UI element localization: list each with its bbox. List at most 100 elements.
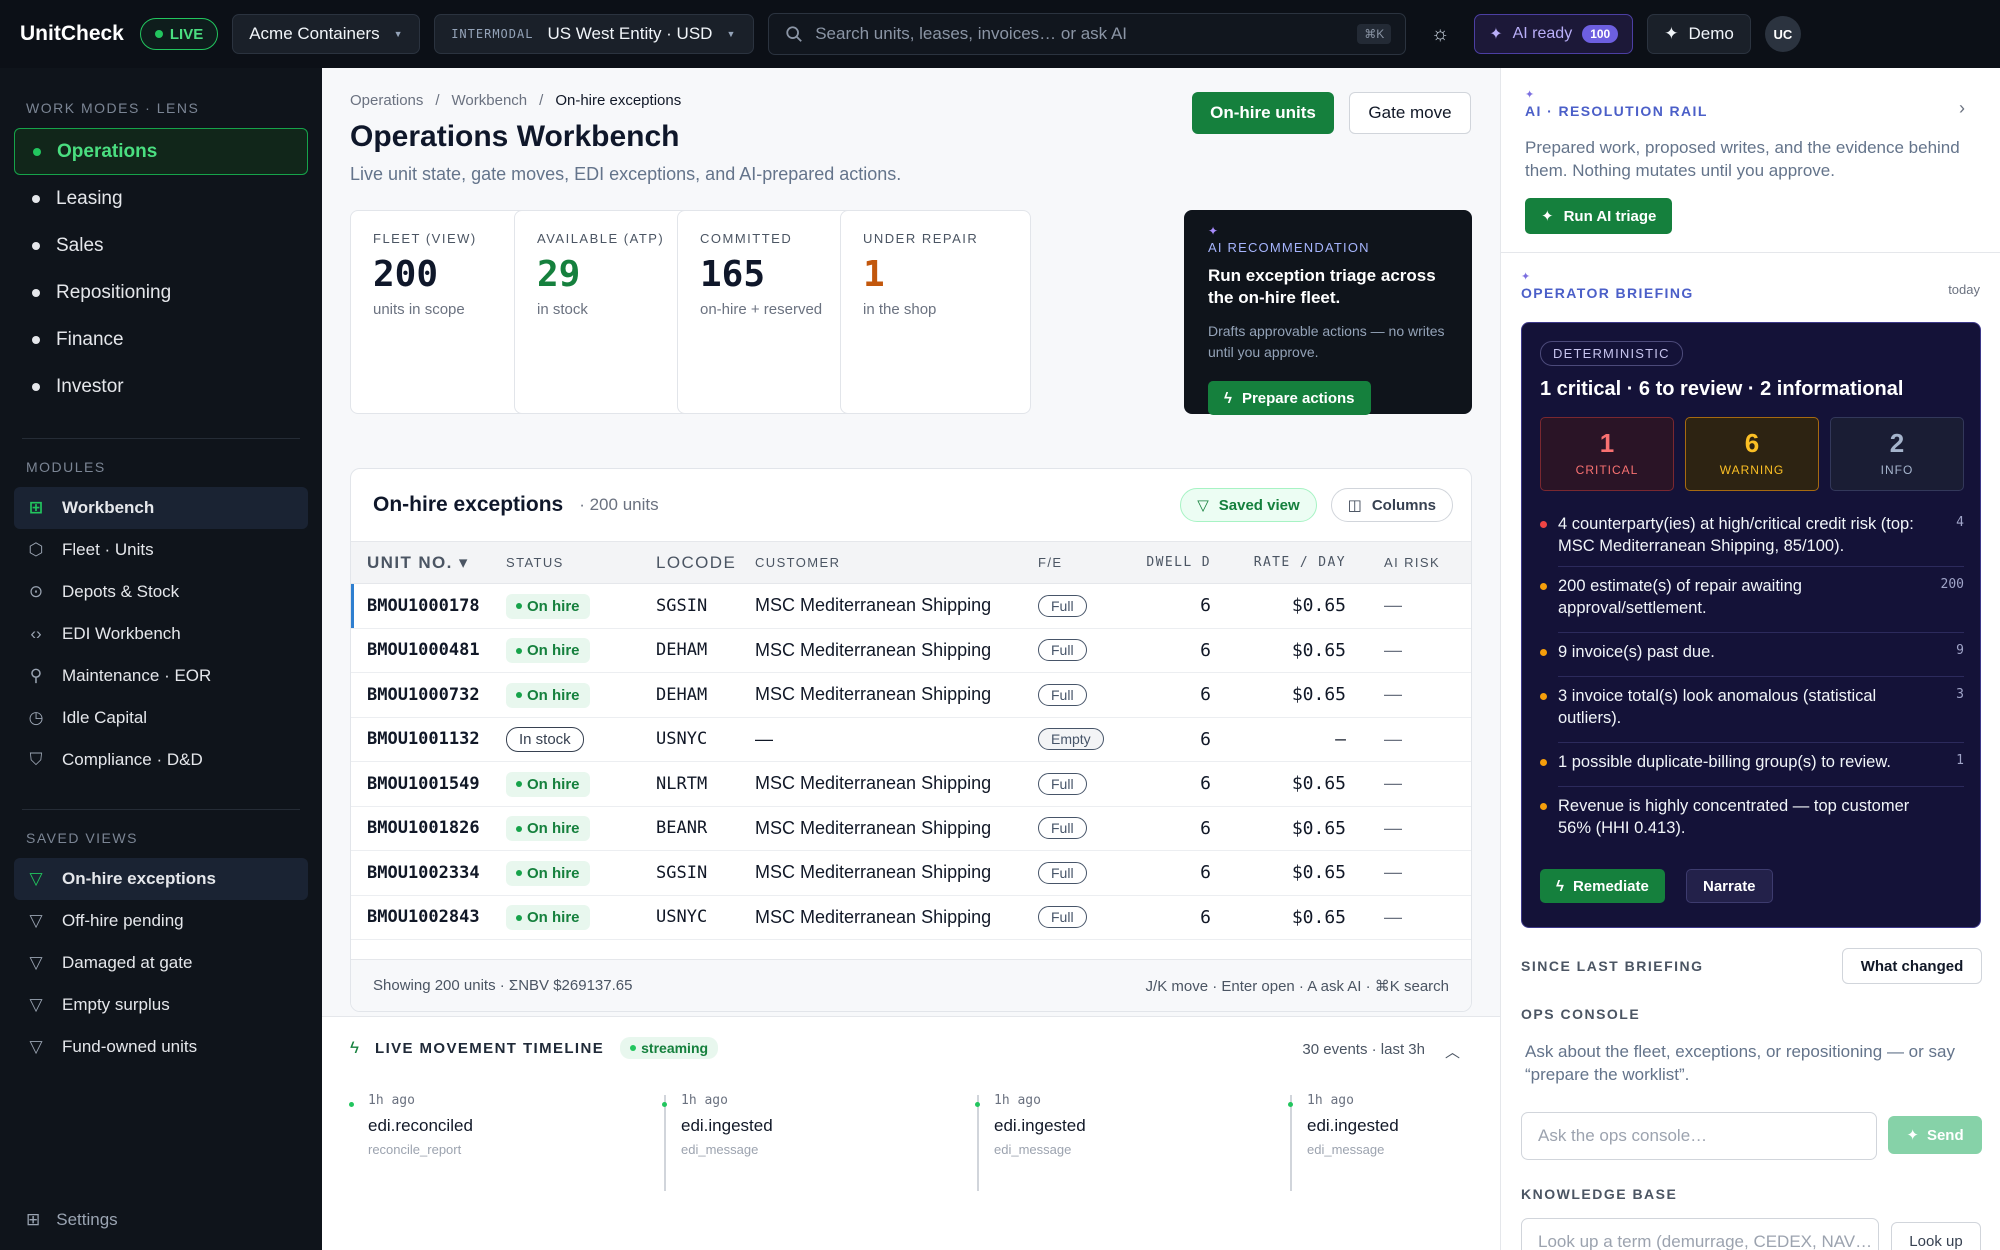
mode-item-label: Repositioning <box>56 281 172 303</box>
unit-number[interactable]: BMOU1000481 <box>351 628 506 673</box>
sidebar-item-compliance-d-d[interactable]: ⛉ Compliance · D&D <box>14 739 308 781</box>
theme-toggle-button[interactable]: ☼ <box>1420 14 1460 54</box>
saved-view-fund-owned-units[interactable]: ▽ Fund-owned units <box>14 1026 308 1068</box>
briefing-item[interactable]: 4 counterparty(ies) at high/critical cre… <box>1540 513 1964 557</box>
global-search[interactable]: Search units, leases, invoices… or ask A… <box>768 13 1407 55</box>
severity-dot-icon <box>1540 759 1547 766</box>
narrate-button[interactable]: Narrate <box>1686 869 1773 903</box>
table-row[interactable]: BMOU1000178 On hire SGSIN MSC Mediterranean… <box>351 583 1471 629</box>
timeline-event[interactable]: 1h ago edi.reconciled reconcile_report <box>349 1093 650 1157</box>
chevron-right-icon[interactable]: › <box>1959 98 1965 119</box>
status-cell: On hire <box>506 672 656 718</box>
sidebar-item-depots-stock[interactable]: ⊙ Depots & Stock <box>14 571 308 613</box>
unit-number[interactable]: BMOU1001132 <box>351 717 506 762</box>
status-label: On hire <box>527 864 580 882</box>
critical-count-tile[interactable]: 1 CRITICAL <box>1540 417 1674 491</box>
breadcrumb-item[interactable]: Workbench <box>452 92 528 109</box>
briefing-item-text: 3 invoice total(s) look anomalous (stati… <box>1558 687 1877 727</box>
sidebar-item-idle-capital[interactable]: ◷ Idle Capital <box>14 697 308 739</box>
sidebar-item-fleet-units[interactable]: ⬡ Fleet · Units <box>14 529 308 571</box>
saved-view-empty-surplus[interactable]: ▽ Empty surplus <box>14 984 308 1026</box>
ai-recommendation-desc: Drafts approvable actions — no writes un… <box>1208 323 1445 360</box>
mode-item-sales[interactable]: Sales <box>14 222 308 269</box>
mode-item-operations[interactable]: Operations <box>14 128 308 175</box>
column-header-dwell[interactable]: DWELL D <box>1145 541 1215 584</box>
what-changed-button[interactable]: What changed <box>1842 948 1982 984</box>
unit-number[interactable]: BMOU1001549 <box>351 761 506 807</box>
sidebar-item-edi-workbench[interactable]: ‹› EDI Workbench <box>14 613 308 655</box>
saved-view-damaged-at-gate[interactable]: ▽ Damaged at gate <box>14 942 308 984</box>
dwell-cell: 6 <box>1145 583 1215 629</box>
breadcrumb-current: On-hire exceptions <box>555 92 682 109</box>
table-row[interactable]: BMOU1002843 On hire USNYC MSC Mediterranean… <box>351 895 1471 940</box>
column-header-fe[interactable]: F/E <box>1038 541 1145 584</box>
mode-item-investor[interactable]: Investor <box>14 363 308 410</box>
info-count-tile[interactable]: 2 INFO <box>1830 417 1964 491</box>
sidebar-item-workbench[interactable]: ⊞ Workbench <box>14 487 308 529</box>
mode-item-repositioning[interactable]: Repositioning <box>14 269 308 316</box>
unit-number[interactable]: BMOU1001826 <box>351 806 506 851</box>
column-header-rate[interactable]: RATE / DAY <box>1215 541 1350 584</box>
warning-label: WARNING <box>1719 463 1785 477</box>
column-header-locode[interactable]: LOCODE <box>656 541 755 584</box>
column-header-ai-risk[interactable]: AI RISK <box>1350 541 1471 584</box>
avatar[interactable]: UC <box>1764 16 1801 52</box>
column-header-unit[interactable]: UNIT NO. ▾ <box>351 541 506 584</box>
mode-item-finance[interactable]: Finance <box>14 316 308 363</box>
timeline-event[interactable]: 1h ago edi.ingested edi_message <box>662 1093 963 1191</box>
columns-button[interactable]: ◫ Columns <box>1330 488 1453 522</box>
ops-console-input[interactable]: Ask the ops console… <box>1521 1112 1877 1160</box>
unit-number[interactable]: BMOU1002843 <box>351 895 506 940</box>
company-selector[interactable]: Acme Containers ▼ <box>232 14 421 54</box>
chevron-up-icon[interactable]: ︿ <box>1445 1041 1460 1062</box>
remediate-button[interactable]: ϟ Remediate <box>1540 869 1665 903</box>
kpi-card-fleet-view: FLEET (VIEW) 200 units in scope <box>350 210 541 414</box>
customer-cell: MSC Mediterranean Shipping <box>755 672 1038 718</box>
table-row[interactable]: BMOU1001826 On hire BEANR MSC Mediterranean… <box>351 806 1471 851</box>
send-label: Send <box>1926 1126 1964 1144</box>
ai-ready-button[interactable]: ✦ AI ready 100 <box>1474 14 1634 54</box>
briefing-item[interactable]: 1 possible duplicate-billing group(s) to… <box>1540 751 1964 773</box>
saved-view-on-hire-exceptions[interactable]: ▽ On-hire exceptions <box>14 858 308 900</box>
table-row[interactable]: BMOU1000732 On hire DEHAM MSC Mediterranean… <box>351 672 1471 718</box>
table-row[interactable]: BMOU1001132 In stock USNYC — Empty 6– — <box>351 717 1471 762</box>
customer-cell: MSC Mediterranean Shipping <box>755 761 1038 807</box>
sidebar-divider <box>22 809 300 810</box>
saved-view-off-hire-pending[interactable]: ▽ Off-hire pending <box>14 900 308 942</box>
gate-move-button[interactable]: Gate move <box>1349 92 1471 134</box>
entity-selector[interactable]: INTERMODAL US West Entity · USD ▼ <box>434 14 755 54</box>
status-label: On hire <box>527 909 580 926</box>
briefing-item[interactable]: 9 invoice(s) past due. 9 <box>1540 641 1964 663</box>
table-row[interactable]: BMOU1001549 On hire NLRTM MSC Mediterranean… <box>351 761 1471 807</box>
breadcrumb-item[interactable]: Operations <box>350 92 423 109</box>
search-input[interactable]: Search units, leases, invoices… or ask A… <box>815 24 1127 44</box>
table-row[interactable]: BMOU1000481 On hire DEHAM MSC Mediterranean… <box>351 628 1471 673</box>
unit-number[interactable]: BMOU1000732 <box>351 672 506 718</box>
brand-logo[interactable]: UnitCheck <box>20 22 124 46</box>
demo-button[interactable]: ✦ Demo <box>1647 14 1751 54</box>
sidebar-item-maintenance-eor[interactable]: ⚲ Maintenance · EOR <box>14 655 308 697</box>
saved-view-button[interactable]: ▽ Saved view <box>1180 488 1317 522</box>
run-ai-triage-button[interactable]: ✦ Run AI triage <box>1525 198 1673 234</box>
send-button[interactable]: ✦ Send <box>1888 1116 1982 1154</box>
live-dot-icon <box>154 30 163 38</box>
briefing-item[interactable]: 200 estimate(s) of repair awaiting appro… <box>1540 575 1964 619</box>
rate-cell: $0.65 <box>1215 583 1350 629</box>
unit-number[interactable]: BMOU1002334 <box>351 850 506 896</box>
timeline-event[interactable]: 1h ago edi.ingested edi_message <box>975 1093 1276 1191</box>
table-row[interactable]: BMOU1002334 On hire SGSIN MSC Mediterranean… <box>351 850 1471 896</box>
column-header-customer[interactable]: CUSTOMER <box>755 541 1038 584</box>
sidebar-item-label: EDI Workbench <box>62 624 181 643</box>
prepare-actions-button[interactable]: ϟ Prepare actions <box>1208 381 1371 415</box>
column-header-status[interactable]: STATUS <box>506 541 656 584</box>
briefing-item[interactable]: 3 invoice total(s) look anomalous (stati… <box>1540 685 1964 729</box>
knowledge-base-input[interactable]: Look up a term (demurrage, CEDEX, NAV… <box>1521 1218 1879 1250</box>
unit-number[interactable]: BMOU1000178 <box>351 583 506 629</box>
mode-item-leasing[interactable]: Leasing <box>14 175 308 222</box>
warning-count-tile[interactable]: 6 WARNING <box>1685 417 1819 491</box>
on-hire-units-button[interactable]: On-hire units <box>1192 92 1334 134</box>
breadcrumb-separator: / <box>539 92 544 109</box>
settings-link[interactable]: ⊞ Settings <box>26 1210 118 1230</box>
briefing-item[interactable]: Revenue is highly concentrated — top cus… <box>1540 795 1964 839</box>
look-up-button[interactable]: Look up <box>1891 1222 1981 1250</box>
